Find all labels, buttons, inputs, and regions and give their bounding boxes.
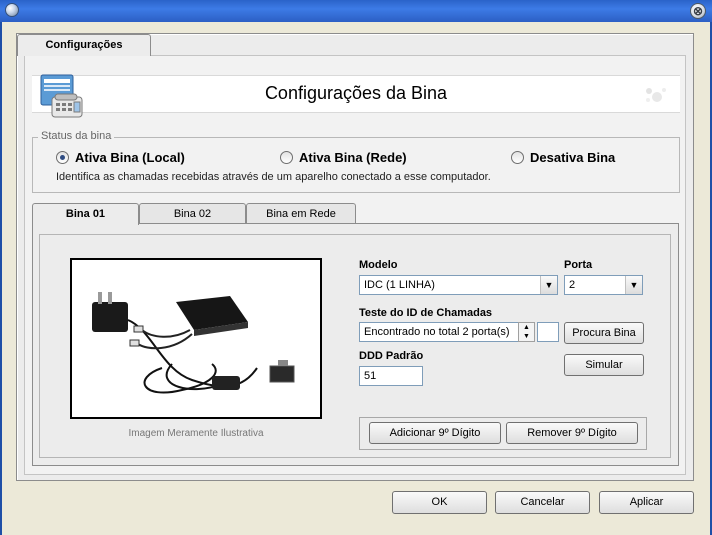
ok-button[interactable]: OK (392, 491, 487, 514)
caller-id-device-icon (92, 292, 295, 394)
spin-buttons[interactable]: ▲ ▼ (518, 322, 535, 342)
simular-button[interactable]: Simular (564, 354, 644, 376)
radio-label: Ativa Bina (Local) (75, 150, 185, 165)
banner: Configurações da Bina (32, 75, 680, 113)
radio-ativa-rede[interactable]: Ativa Bina (Rede) (280, 150, 407, 165)
tab-bina-em-rede[interactable]: Bina em Rede (246, 203, 356, 224)
dropdown-arrow-icon[interactable]: ▼ (540, 276, 557, 294)
title-bar[interactable]: ⊗ (0, 0, 712, 22)
porta-select[interactable]: 2 ▼ (564, 275, 643, 295)
adicionar-digito-button[interactable]: Adicionar 9º Dígito (369, 422, 501, 444)
device-image (70, 258, 322, 419)
porta-value: 2 (569, 279, 576, 291)
modelo-value: IDC (1 LINHA) (364, 279, 435, 291)
tab-configuracoes[interactable]: Configurações (17, 34, 151, 56)
tab-bina-02[interactable]: Bina 02 (139, 203, 246, 224)
procura-bina-button[interactable]: Procura Bina (564, 322, 644, 344)
banner-title: Configurações da Bina (264, 83, 448, 103)
image-caption: Imagem Meramente Ilustrativa (128, 428, 264, 439)
porta-label: Porta (564, 259, 593, 271)
ddd-label: DDD Padrão (359, 350, 424, 362)
ddd-field[interactable]: 51 (359, 366, 423, 386)
spin-down-icon[interactable]: ▼ (519, 332, 534, 341)
teste-field[interactable]: Encontrado no total 2 porta(s) (359, 322, 519, 342)
teste-extra-field[interactable] (537, 322, 559, 342)
apply-button[interactable]: Aplicar (599, 491, 694, 514)
radio-label: Desativa Bina (530, 150, 616, 165)
phone-fax-icon (40, 74, 83, 118)
remover-digito-button[interactable]: Remover 9º Dígito (506, 422, 638, 444)
status-group (32, 137, 680, 193)
spin-up-icon[interactable]: ▲ (519, 323, 534, 332)
dropdown-arrow-icon[interactable]: ▼ (625, 276, 642, 294)
radio-desativa[interactable]: Desativa Bina (511, 150, 615, 165)
radio-ativa-local[interactable]: Ativa Bina (Local) (56, 150, 185, 165)
teste-label: Teste do ID de Chamadas (359, 307, 493, 319)
close-button[interactable]: ⊗ (690, 3, 706, 19)
tab-bina-01[interactable]: Bina 01 (32, 203, 139, 225)
modelo-select[interactable]: IDC (1 LINHA) ▼ (359, 275, 558, 295)
radio-unchecked-icon (511, 151, 524, 164)
radio-label: Ativa Bina (Rede) (299, 150, 407, 165)
app-orb-icon[interactable] (5, 3, 19, 17)
radio-checked-icon (56, 151, 69, 164)
status-legend: Status da bina (38, 130, 115, 142)
modelo-label: Modelo (359, 259, 398, 271)
status-description: Identifica as chamadas recebidas através… (56, 171, 491, 183)
cancel-button[interactable]: Cancelar (495, 491, 590, 514)
decorative-dots-icon (646, 88, 666, 102)
radio-unchecked-icon (280, 151, 293, 164)
